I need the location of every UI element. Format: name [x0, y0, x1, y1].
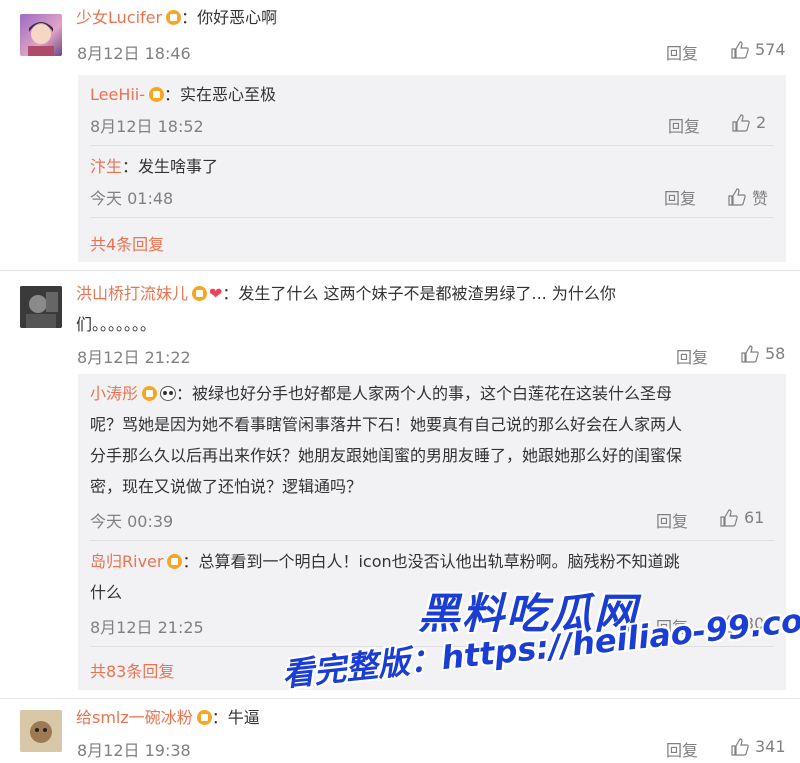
comment-time: 8月12日 19:38 — [77, 741, 191, 760]
vip-badge-icon — [192, 286, 208, 301]
comment-body: 少女Lucifer ：你好恶心啊 — [76, 6, 277, 30]
vip-badge-icon — [142, 386, 158, 401]
comment-text: ：你好恶心啊 — [181, 8, 278, 27]
reply-text-continued: 呢？骂她是因为她不看事瞎管闲事落井下石！她要真有自己说的那么好会在人家两人 — [90, 415, 683, 434]
like-count: 61 — [744, 508, 765, 527]
divider — [90, 217, 774, 218]
like-button[interactable]: 574 — [731, 40, 786, 59]
comment-item: 给smlz一碗冰粉 ：牛逼 8月12日 19:38 回复 341 — [0, 698, 800, 763]
thumbs-up-icon — [732, 113, 750, 132]
like-button[interactable]: 2 — [732, 113, 766, 132]
reply-text: ：被绿也好分手也好都是人家两个人的事，这个白莲花在这装什么圣母 — [176, 384, 673, 403]
reply-button[interactable]: 回复 — [664, 185, 696, 209]
reply-body: LeeHii- ：实在恶心至极 — [90, 83, 276, 107]
reply-button[interactable]: 回复 — [676, 344, 708, 368]
reply-text: ：总算看到一个明白人！icon也没否认他出轨草粉啊。脑残粉不知道跳 — [182, 552, 680, 571]
vip-badge-icon — [167, 554, 183, 569]
like-count: 341 — [755, 737, 786, 756]
vip-badge-icon — [196, 710, 212, 725]
reply-text: ：发生啥事了 — [122, 157, 219, 176]
reply-body: 汴生：发生啥事了 — [90, 155, 218, 179]
thumbs-up-icon — [731, 40, 749, 59]
reply-button[interactable]: 回复 — [668, 113, 700, 137]
reply-time: 今天 00:39 — [90, 512, 174, 531]
like-button[interactable]: 341 — [731, 737, 786, 756]
reply-thread: LeeHii- ：实在恶心至极 8月12日 18:52 回复 2 汴生：发生啥事了… — [78, 75, 786, 262]
reply-text-continued: 什么 — [90, 583, 123, 602]
like-count: 574 — [755, 40, 786, 59]
reply-button[interactable]: 回复 — [656, 508, 688, 532]
panda-icon — [160, 386, 177, 401]
reply-body: 小涛彤 ：被绿也好分手也好都是人家两个人的事，这个白莲花在这装什么圣母 — [90, 382, 672, 406]
comment-time: 8月12日 21:22 — [77, 348, 191, 367]
reply-body: 岛归River ：总算看到一个明白人！icon也没否认他出轨草粉啊。脑残粉不知道跳 — [90, 550, 680, 574]
reply-time: 8月12日 18:52 — [90, 117, 204, 136]
comment-body: 给smlz一碗冰粉 ：牛逼 — [76, 706, 260, 730]
like-label: 赞 — [752, 189, 769, 208]
divider — [90, 540, 774, 541]
like-count: 2 — [756, 113, 767, 132]
reply-button[interactable]: 回复 — [666, 40, 698, 64]
comment-text: ：牛逼 — [211, 708, 260, 727]
like-count: 58 — [765, 344, 786, 363]
comment-time: 8月12日 18:46 — [77, 44, 191, 63]
avatar-image-icon — [20, 710, 62, 752]
reply-button[interactable]: 回复 — [666, 737, 698, 761]
avatar[interactable] — [20, 14, 62, 56]
username-link[interactable]: LeeHii- — [90, 85, 145, 104]
avatar-image-icon — [28, 22, 54, 56]
divider — [90, 145, 774, 146]
username-link[interactable]: 汴生 — [90, 157, 122, 176]
avatar-image-icon — [20, 286, 62, 328]
username-link[interactable]: 岛归River — [90, 552, 163, 571]
avatar[interactable] — [20, 710, 62, 752]
avatar[interactable] — [20, 286, 62, 328]
more-replies-link[interactable]: 共83条回复 — [90, 658, 174, 682]
comment-text: ：发生了什么 这两个妹子不是都被渣男绿了... 为什么你 — [222, 284, 616, 303]
comment-item: 少女Lucifer ：你好恶心啊 8月12日 18:46 回复 574 LeeHi… — [0, 0, 800, 262]
vip-badge-icon — [166, 10, 182, 25]
thumbs-up-icon — [728, 188, 746, 206]
like-button[interactable]: 58 — [741, 344, 785, 363]
username-link[interactable]: 少女Lucifer — [76, 8, 162, 27]
vip-badge-icon — [149, 87, 165, 102]
thumbs-up-icon — [731, 737, 749, 756]
username-link[interactable]: 小涛彤 — [90, 384, 138, 403]
username-link[interactable]: 给smlz一碗冰粉 — [76, 708, 193, 727]
reply-text: ：实在恶心至极 — [164, 85, 277, 104]
more-replies-link[interactable]: 共4条回复 — [90, 231, 164, 255]
reply-text-continued: 密，现在又说做了还怕说？逻辑通吗？ — [90, 477, 363, 496]
heart-icon: ❤ — [209, 284, 223, 303]
comment-body: 洪山桥打流妹儿 ❤：发生了什么 这两个妹子不是都被渣男绿了... 为什么你 — [76, 282, 616, 306]
reply-time: 8月12日 21:25 — [90, 618, 204, 637]
username-link[interactable]: 洪山桥打流妹儿 — [76, 284, 188, 303]
like-button[interactable]: 赞 — [728, 185, 768, 209]
comment-text-continued: 们。。。。。。。 — [76, 315, 157, 334]
thumbs-up-icon — [720, 508, 738, 527]
reply-time: 今天 01:48 — [90, 189, 174, 208]
reply-text-continued: 分手那么久以后再出来作妖？她朋友跟她闺蜜的男朋友睡了，她跟她那么好的闺蜜保 — [90, 446, 683, 465]
thumbs-up-icon — [741, 344, 759, 363]
like-button[interactable]: 61 — [720, 508, 764, 527]
